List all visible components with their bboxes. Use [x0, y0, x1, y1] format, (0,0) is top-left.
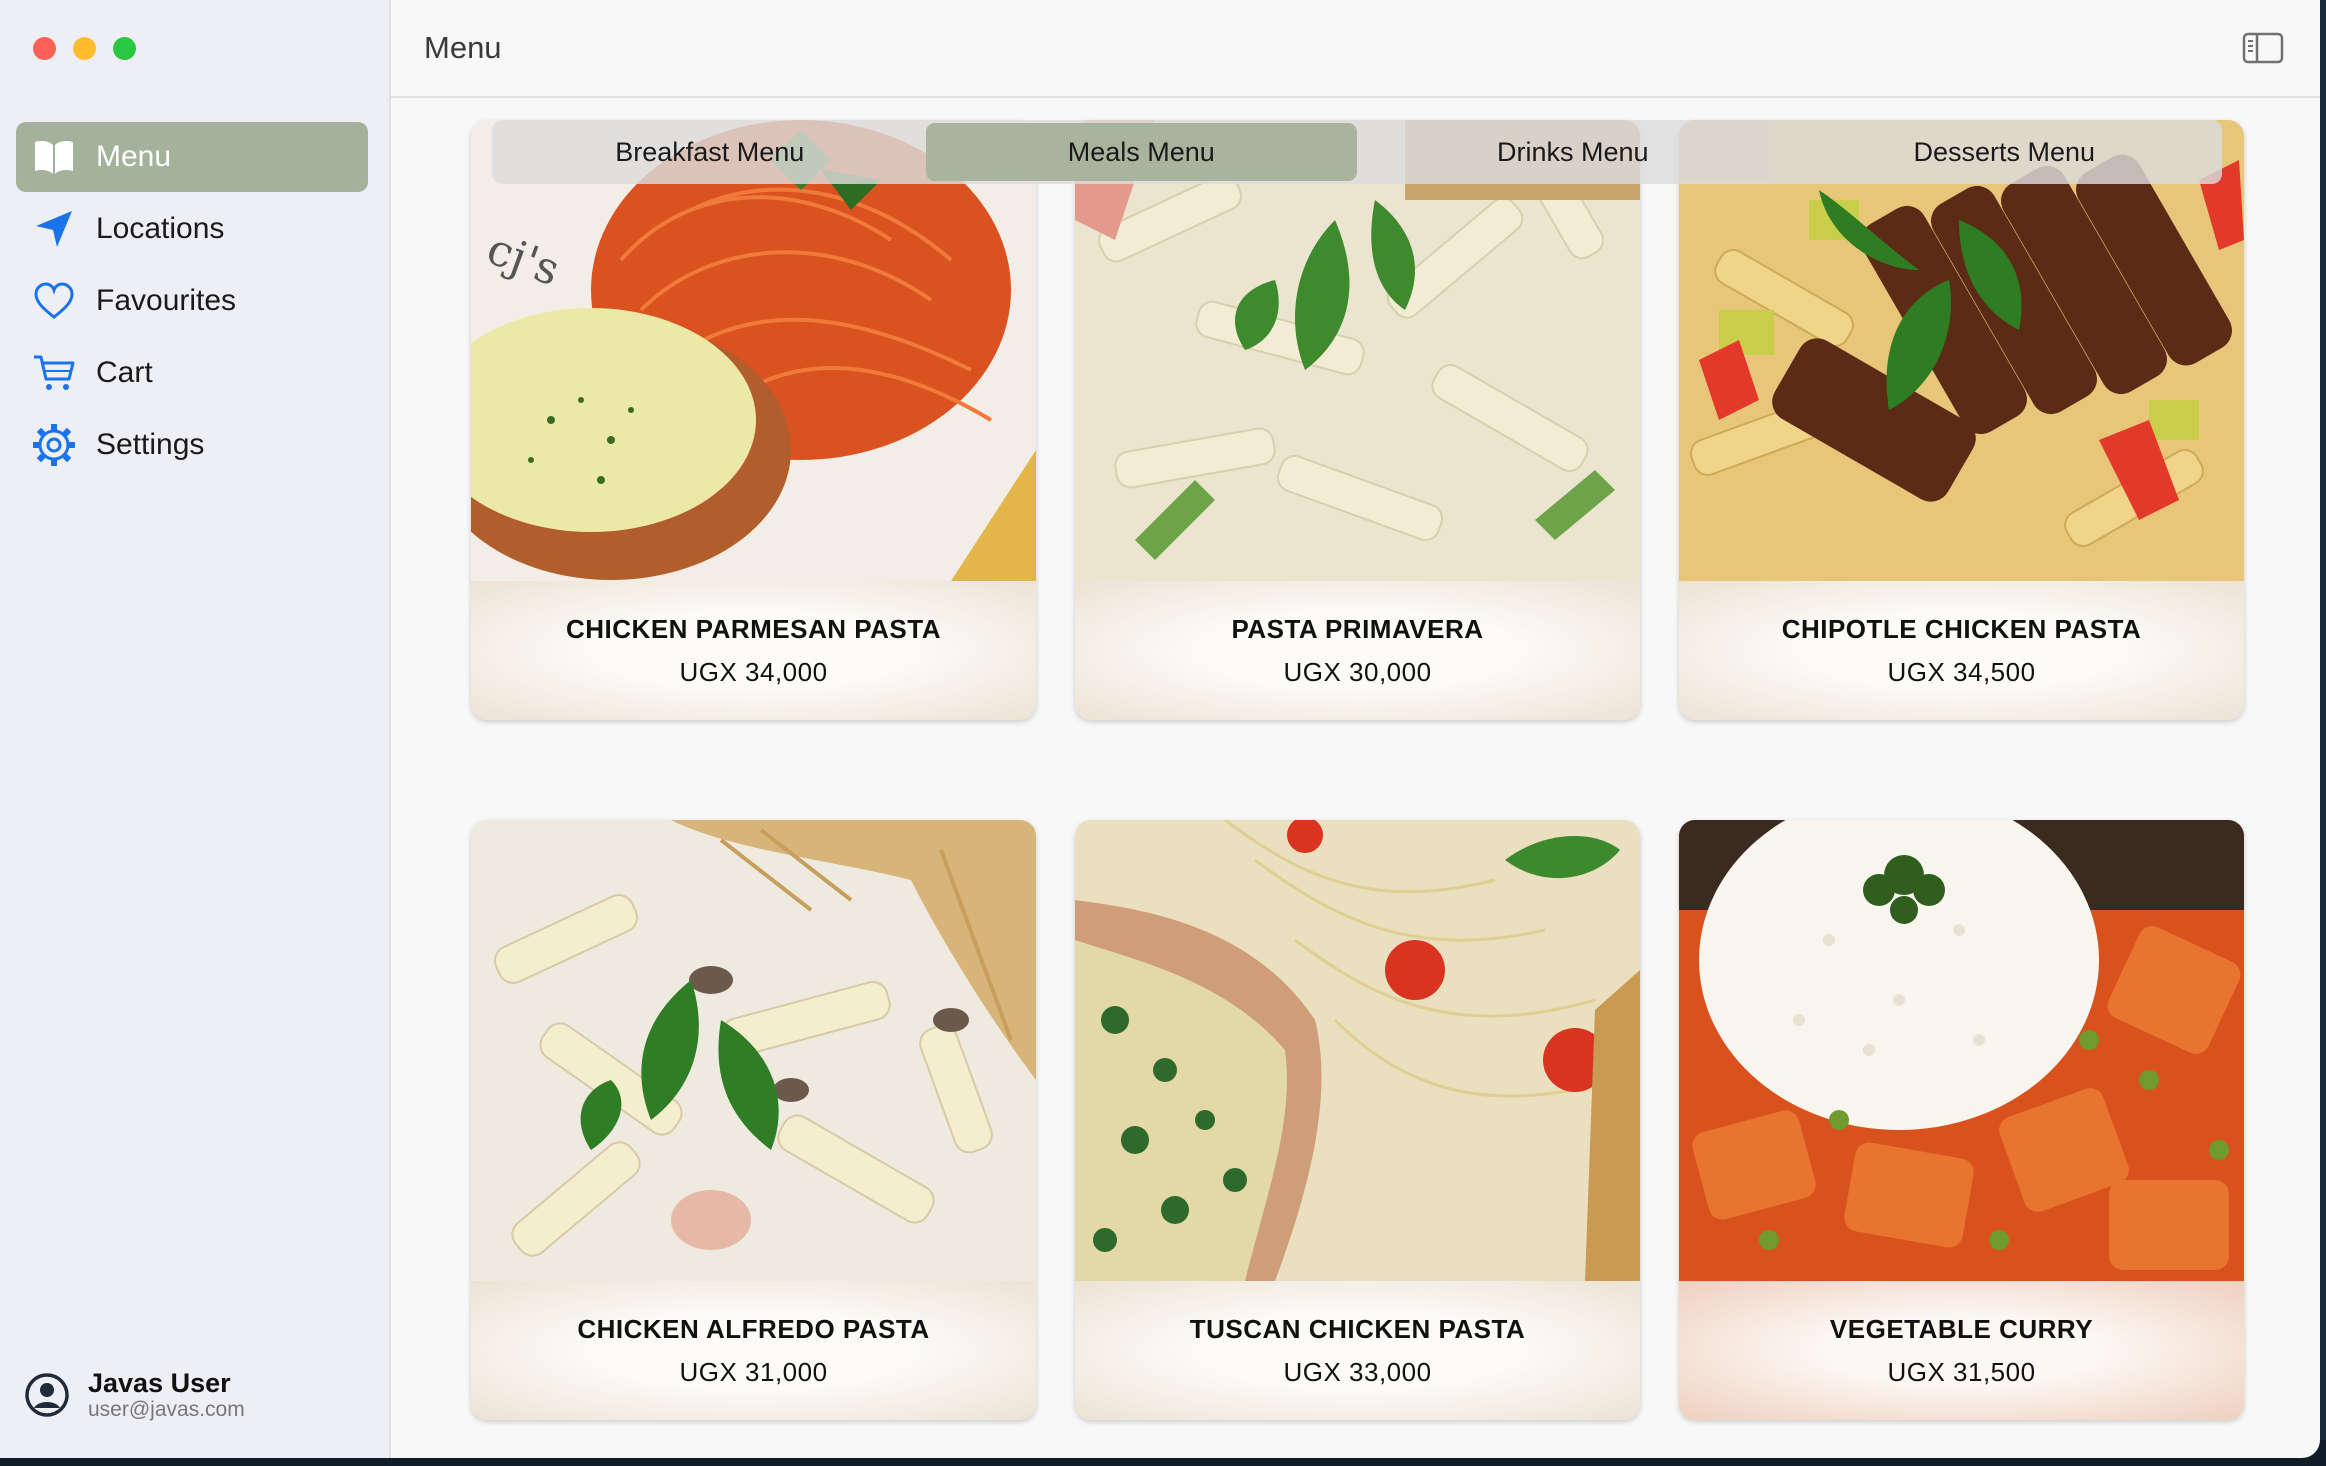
- menu-card-info: PASTA PRIMAVERA UGX 30,000: [1075, 581, 1640, 720]
- menu-card[interactable]: CHIPOTLE CHICKEN PASTA UGX 34,500: [1679, 120, 2244, 720]
- item-name: CHICKEN ALFREDO PASTA: [577, 1314, 930, 1344]
- gear-icon: [32, 423, 76, 467]
- menu-card[interactable]: VEGETABLE CURRY UGX 31,500: [1679, 820, 2244, 1420]
- sidebar: Menu Locations Favourites Cart Settings …: [0, 0, 391, 1458]
- close-window-button[interactable]: [33, 37, 56, 60]
- sidebar-item-cart[interactable]: Cart: [16, 338, 368, 408]
- tab-meals-menu[interactable]: Meals Menu: [925, 123, 1357, 181]
- sidebar-item-label: Favourites: [96, 284, 237, 317]
- item-name: CHICKEN PARMESAN PASTA: [565, 614, 941, 644]
- food-image: [471, 820, 1036, 1281]
- app-window: Menu Locations Favourites Cart Settings …: [0, 0, 2320, 1458]
- sidebar-item-menu[interactable]: Menu: [16, 122, 368, 192]
- menu-card-info: CHICKEN ALFREDO PASTA UGX 31,000: [471, 1281, 1036, 1420]
- toolbar: Menu: [391, 0, 2320, 98]
- item-name: CHIPOTLE CHICKEN PASTA: [1781, 614, 2142, 644]
- item-price: UGX 31,500: [1887, 1357, 2036, 1387]
- menu-card-info: VEGETABLE CURRY UGX 31,500: [1679, 1281, 2244, 1420]
- zoom-window-button[interactable]: [113, 37, 136, 60]
- item-price: UGX 31,000: [679, 1357, 828, 1387]
- sidebar-item-label: Cart: [96, 356, 153, 389]
- menu-card[interactable]: CHICKEN ALFREDO PASTA UGX 31,000: [471, 820, 1036, 1420]
- food-image: cj's: [471, 120, 1036, 581]
- book-icon: [32, 135, 76, 179]
- menu-card-info: CHIPOTLE CHICKEN PASTA UGX 34,500: [1679, 581, 2244, 720]
- menu-card[interactable]: TUSCAN CHICKEN PASTA UGX 33,000: [1075, 820, 1640, 1420]
- food-image: [1679, 820, 2244, 1281]
- page-title: Menu: [424, 30, 502, 65]
- user-avatar-icon: [24, 1372, 70, 1418]
- user-email: user@javas.com: [88, 1398, 245, 1421]
- user-profile[interactable]: Javas User user@javas.com: [24, 1368, 245, 1422]
- item-price: UGX 34,500: [1887, 657, 2036, 687]
- user-name: Javas User: [88, 1368, 231, 1398]
- item-name: TUSCAN CHICKEN PASTA: [1189, 1314, 1526, 1344]
- sidebar-item-label: Menu: [96, 140, 172, 173]
- location-arrow-icon: [32, 207, 76, 251]
- menu-card-info: CHICKEN PARMESAN PASTA UGX 34,000: [471, 581, 1036, 720]
- tab-desserts-menu[interactable]: Desserts Menu: [1789, 123, 2221, 181]
- sidebar-toggle-icon[interactable]: [2242, 32, 2284, 64]
- window-controls: [33, 37, 136, 60]
- sidebar-item-label: Settings: [96, 428, 205, 461]
- menu-category-tabs: Breakfast Menu Meals Menu Drinks Menu De…: [492, 120, 2222, 184]
- tab-drinks-menu[interactable]: Drinks Menu: [1357, 123, 1789, 181]
- sidebar-nav: Menu Locations Favourites Cart Settings: [16, 122, 368, 482]
- item-price: UGX 33,000: [1283, 1357, 1432, 1387]
- item-price: UGX 34,000: [679, 657, 828, 687]
- item-price: UGX 30,000: [1283, 657, 1432, 687]
- food-image: [1679, 120, 2244, 581]
- tab-breakfast-menu[interactable]: Breakfast Menu: [494, 123, 926, 181]
- item-name: VEGETABLE CURRY: [1829, 1314, 2094, 1344]
- food-image: [1075, 120, 1640, 581]
- sidebar-item-locations[interactable]: Locations: [16, 194, 368, 264]
- menu-card[interactable]: cj's CHICKEN PARMESAN PASTA UGX 34,000: [471, 120, 1036, 720]
- sidebar-item-label: Locations: [96, 212, 225, 245]
- item-name: PASTA PRIMAVERA: [1231, 614, 1484, 644]
- heart-icon: [32, 279, 76, 323]
- menu-card[interactable]: PASTA PRIMAVERA UGX 30,000: [1075, 120, 1640, 720]
- cart-icon: [32, 351, 76, 395]
- food-image: [1075, 820, 1640, 1281]
- sidebar-item-settings[interactable]: Settings: [16, 410, 368, 480]
- minimize-window-button[interactable]: [73, 37, 96, 60]
- menu-card-info: TUSCAN CHICKEN PASTA UGX 33,000: [1075, 1281, 1640, 1420]
- sidebar-item-favourites[interactable]: Favourites: [16, 266, 368, 336]
